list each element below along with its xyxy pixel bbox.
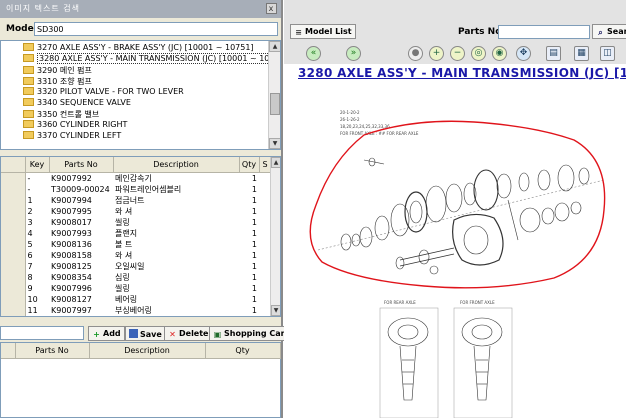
folder-icon [23,43,34,51]
model-tree: 3270 AXLE ASS'Y - BRAKE ASS'Y (JC) [1000… [0,40,281,150]
tree-item[interactable]: 3350 컨트롤 밸브 [23,109,99,120]
caption-line1: 20-1-20-2 [340,110,360,115]
diagram-title[interactable]: 3280 AXLE ASS'Y - MAIN TRANSMISSION (JC)… [298,66,626,80]
zoom-in-icon[interactable]: + [429,46,444,61]
folder-icon [23,54,34,62]
home-icon[interactable]: ● [408,46,423,61]
tree-item[interactable]: 3360 CYLINDER RIGHT [23,120,127,131]
tree-scrollbar[interactable]: ▲ ▼ [268,41,280,149]
list-icon: ≡ [295,28,302,37]
cart-row-header-corner [1,343,16,359]
fullscreen-icon[interactable]: ◫ [600,46,615,61]
table-row[interactable]: 6 K9008158 와 셔1 [1,249,271,261]
col-header-parts-no[interactable]: Parts No [49,157,114,173]
diagram-panel: ≡Model List Parts No ⌕Search « » ● + − ◎… [284,0,626,418]
model-list-button[interactable]: ≡ Model List [290,24,356,39]
cart-col-header-qty[interactable]: Qty [205,343,281,359]
table-row[interactable]: 2 K9007995 와 셔1 [1,205,271,217]
model-row: Model [0,18,281,40]
diagram-toolbar: ≡Model List Parts No ⌕Search [284,0,626,44]
detail-front-axle: FOR FRONT AXLE [453,300,513,418]
parts-no-search-input[interactable] [498,25,590,39]
exploded-parts-diagram[interactable]: 20-1-20-2 26-1-26-2 18,20,23,24,25,32,33… [304,100,622,418]
gear-assembly [317,157,605,275]
parts-no-label: Parts No [458,27,502,37]
folder-icon [23,87,34,95]
search-button[interactable]: ⌕Search [592,24,626,39]
grid-scrollbar[interactable]: ▲ ▼ [270,157,280,316]
table-row[interactable]: 4 K9007993 플랜지 1 [1,227,271,239]
col-header-key[interactable]: Key [25,157,50,173]
window-title-bar: 이미지 텍스트 검색 x [0,0,281,18]
table-row[interactable]: 1 K9007994 접금너트 1 [1,194,271,206]
tree-item[interactable]: 3310 조향 펌프 [23,76,92,87]
plus-icon: + [93,330,100,339]
add-button[interactable]: + Add [88,326,125,341]
table-row[interactable]: - T30009-00024 파워트레인어셈블리 1 [1,183,271,195]
svg-text:FOR FRONT AXLE: FOR FRONT AXLE [460,300,495,305]
detail-rear-axle: FOR REAR AXLE [379,300,439,418]
scroll-up-icon[interactable]: ▲ [271,157,280,168]
cart-col-header-description[interactable]: Description [89,343,206,359]
cart-grid: Parts No Description Qty [0,342,281,418]
scroll-up-icon[interactable]: ▲ [269,41,280,52]
folder-icon [23,110,34,118]
save-icon [129,329,138,338]
save-button[interactable]: Save [125,326,166,341]
table-row[interactable]: - K9007992 메인감속기 1 [1,172,271,184]
parts-grid: Key Parts No Description Qty S - K9007992… [0,156,281,317]
tree-item[interactable]: 3290 메인 펌프 [23,65,92,76]
model-input[interactable] [34,22,278,36]
folder-icon [23,98,34,106]
folder-icon [23,66,34,74]
table-row[interactable]: 7 K9008125 오일씨일 1 [1,260,271,272]
scroll-down-icon[interactable]: ▼ [271,305,280,316]
model-label: Model [6,24,37,34]
row-header-corner [1,157,26,173]
tree-item[interactable]: 3340 SEQUENCE VALVE [23,98,131,109]
tree-item[interactable]: 3320 PILOT VALVE - FOR TWO LEVER [23,87,184,98]
cart-col-header-parts-no[interactable]: Parts No [15,343,90,359]
delete-button[interactable]: ✕ Delete [164,326,213,341]
image-toolbar: « » ● + − ◎ ◉ ✥ ▤ ▦ ◫ [284,44,626,64]
close-icon[interactable]: x [266,3,277,14]
table-row[interactable]: 11 K9007997 부싱베어링 1 [1,304,271,316]
caption-line2: 26-1-26-2 [340,117,360,122]
annotation-circle [309,120,606,289]
folder-icon [23,120,34,128]
previous-icon[interactable]: « [306,46,321,61]
save-image-icon[interactable]: ▦ [574,46,589,61]
delete-icon: ✕ [169,330,176,339]
scroll-thumb[interactable] [270,93,280,115]
zoom-reset-icon[interactable]: ◉ [492,46,507,61]
pan-icon[interactable]: ✥ [516,46,531,61]
folder-icon [23,131,34,139]
folder-icon [23,77,34,85]
table-row[interactable]: 5 K9008136 볼 트1 [1,238,271,250]
window-title: 이미지 텍스트 검색 [6,4,80,13]
tree-item[interactable]: 3370 CYLINDER LEFT [23,131,121,142]
table-row[interactable]: 9 K9007996 씰링 1 [1,282,271,294]
col-header-description[interactable]: Description [113,157,240,173]
table-row[interactable]: 8 K9008354 심링 1 [1,271,271,283]
zoom-out-icon[interactable]: − [450,46,465,61]
zoom-fit-icon[interactable]: ◎ [471,46,486,61]
next-icon[interactable]: » [346,46,361,61]
cart-icon: ▣ [213,330,222,339]
shopping-cart-button[interactable]: ▣ Shopping Cart [209,326,293,341]
print-icon[interactable]: ▤ [546,46,561,61]
table-row[interactable]: 3 K9008017 씰링 1 [1,216,271,228]
left-panel: 이미지 텍스트 검색 x Model 3270 AXLE ASS'Y - BRA… [0,0,293,418]
caption-front-rear: FOR FRONT AXLE : ## FOR REAR AXLE [340,131,419,136]
table-row[interactable]: 10 K9008127 베어링 1 [1,293,271,305]
caption-line3: 18,20,23,24,25,32,33,36 [340,124,390,129]
col-header-qty[interactable]: Qty [239,157,260,173]
scroll-down-icon[interactable]: ▼ [269,138,280,149]
cart-quantity-input[interactable] [0,326,84,340]
tree-item-selected[interactable]: 3280 AXLE ASS'Y - MAIN TRANSMISSION (JC)… [23,53,277,65]
cart-toolbar: + Add Save ✕ Delete ▣ Shopping Cart [0,326,293,342]
svg-text:FOR REAR AXLE: FOR REAR AXLE [384,300,416,305]
search-icon: ⌕ [598,28,603,37]
